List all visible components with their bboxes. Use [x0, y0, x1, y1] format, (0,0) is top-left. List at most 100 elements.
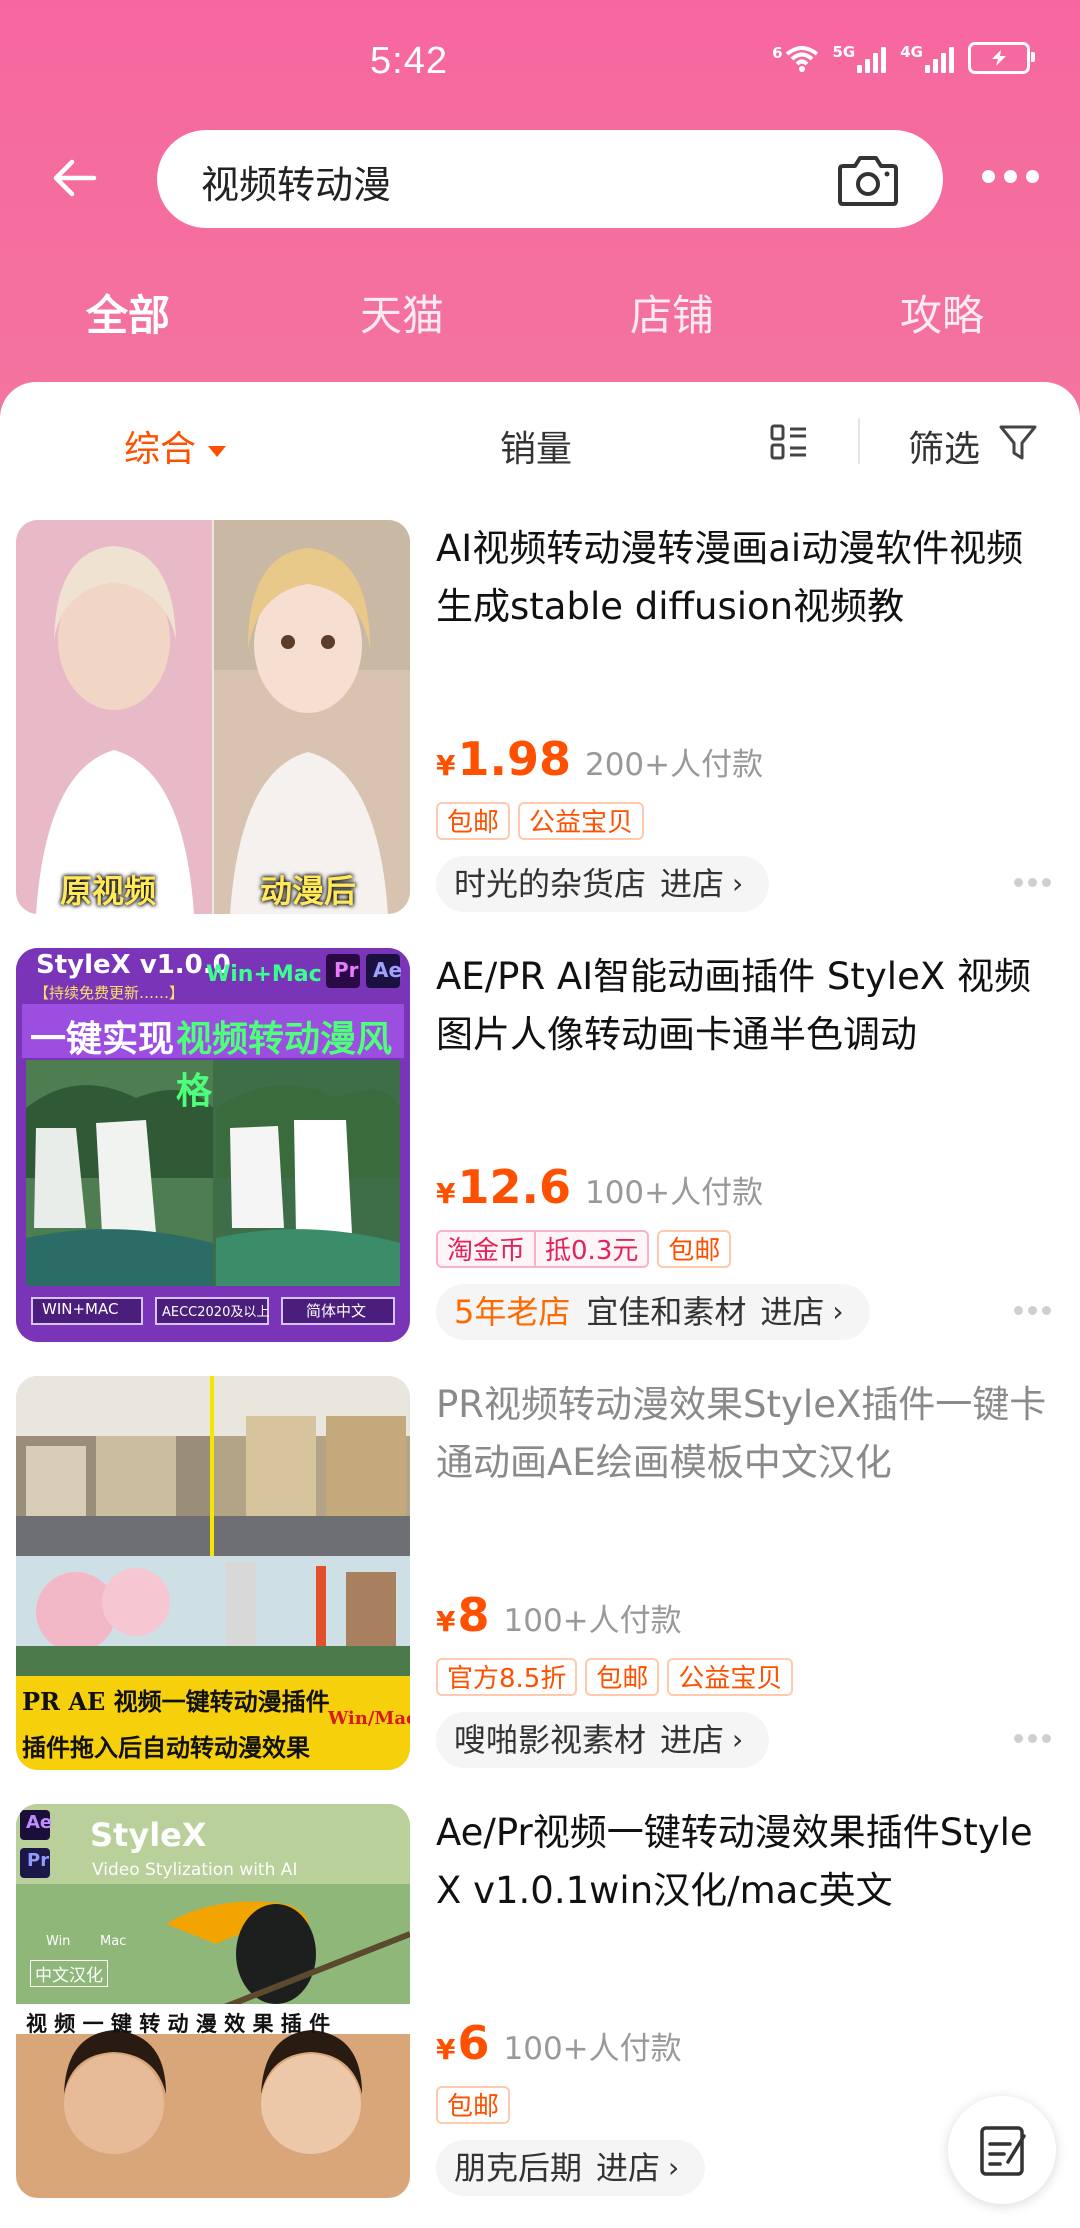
tag-free-shipping: 包邮: [436, 802, 511, 840]
chevron-right-icon: ›: [668, 2151, 680, 2184]
tag-official-discount: 官方8.5折: [436, 1658, 578, 1696]
thumbnail-text: 【持续免费更新……】: [34, 984, 185, 1002]
sales-count: 200+人付款: [584, 747, 764, 783]
thumbnail-text: 中文汉化: [30, 1960, 108, 1987]
chevron-right-icon: ›: [732, 867, 744, 900]
product-thumbnail[interactable]: PR AE 视频一键转动漫插件 Win/Mac 插件拖入后自动转动漫效果: [16, 1376, 410, 1770]
thumbnail-text: Video Stylization with AI: [92, 1860, 298, 1880]
layout-toggle-icon[interactable]: [770, 424, 808, 460]
shop-name: 嗖啪影视素材: [454, 1721, 647, 1759]
shop-link[interactable]: 朋克后期 进店 ›: [436, 2140, 706, 2196]
search-tabs: 全部 天猫 店铺 攻略: [0, 282, 1080, 342]
feedback-button[interactable]: [948, 2096, 1056, 2204]
tag-list: 包邮: [436, 2086, 511, 2124]
product-thumbnail[interactable]: 原视频 动漫后: [16, 520, 410, 914]
thumbnail-text: Win: [46, 1934, 71, 1949]
sort-sales[interactable]: 销量: [500, 420, 572, 472]
product-card[interactable]: Ae Pr StyleX Video Stylization with AI W…: [0, 1804, 1080, 2200]
enter-shop-label: 进店: [660, 1721, 725, 1759]
search-input[interactable]: 视频转动漫: [201, 154, 391, 209]
product-title[interactable]: PR视频转动漫效果StyleX插件一键卡通动画AE绘画模板中文汉化: [436, 1376, 1056, 1492]
thumbnail-text: Win/Mac: [328, 1708, 410, 1729]
battery-charging-icon: [968, 42, 1035, 74]
more-dots-icon[interactable]: [1014, 1734, 1052, 1744]
status-bar: 5:42 6 5G 4G: [0, 38, 1080, 88]
sort-comprehensive[interactable]: 综合: [124, 420, 227, 472]
status-icons: 6 5G 4G: [772, 42, 1035, 74]
product-price: 6: [457, 2016, 490, 2070]
shop-link[interactable]: 嗖啪影视素材 进店 ›: [436, 1712, 770, 1768]
product-card[interactable]: StyleX v1.0.0 【持续免费更新……】 Win+Mac Pr Ae 一…: [0, 948, 1080, 1344]
product-title[interactable]: Ae/Pr视频一键转动漫效果插件StyleX v1.0.1win汉化/mac英文: [436, 1804, 1056, 1920]
more-dots-icon[interactable]: [1014, 878, 1052, 888]
status-time: 5:42: [370, 40, 448, 82]
tag-free-shipping: 包邮: [436, 2086, 511, 2124]
sort-bar: 综合 销量 筛选: [0, 382, 1080, 500]
shop-link[interactable]: 5年老店 宜佳和素材 进店 ›: [436, 1284, 870, 1340]
thumbnail-caption: 动漫后: [260, 872, 357, 910]
tab-all[interactable]: 全部: [86, 282, 170, 343]
sales-count: 100+人付款: [584, 1175, 764, 1211]
currency-symbol: ¥: [436, 749, 456, 782]
thumbnail-text: Pr: [334, 958, 359, 982]
tag-taojinbi: 淘金币: [436, 1230, 537, 1268]
more-options-icon[interactable]: [982, 168, 1040, 188]
product-title[interactable]: AE/PR AI智能动画插件 StyleX 视频图片人像转动画卡通半色调动: [436, 948, 1056, 1064]
currency-symbol: ¥: [436, 1605, 456, 1638]
chevron-right-icon: ›: [832, 1295, 844, 1328]
back-arrow-icon[interactable]: [48, 148, 108, 208]
tag-charity: 公益宝贝: [667, 1658, 794, 1696]
sales-count: 100+人付款: [503, 2031, 682, 2067]
caret-down-icon: [208, 445, 227, 457]
more-dots-icon[interactable]: [1014, 1306, 1052, 1316]
product-thumbnail[interactable]: Ae Pr StyleX Video Stylization with AI W…: [16, 1804, 410, 2198]
product-title[interactable]: AI视频转动漫转漫画ai动漫软件视频生成stable diffusion视频教: [436, 520, 1056, 636]
cell-signal-icon: 5G: [833, 43, 887, 73]
thumbnail-text: PR AE 视频一键转动漫插件: [22, 1687, 330, 1716]
enter-shop-label: 进店: [596, 2149, 661, 2187]
shop-name: 朋克后期: [454, 2149, 583, 2187]
enter-shop-label: 进店: [760, 1293, 825, 1331]
tab-shops[interactable]: 店铺: [630, 282, 714, 343]
tag-list: 淘金币 抵0.3元 包邮: [436, 1230, 732, 1268]
tag-discount: 抵0.3元: [536, 1230, 650, 1268]
thumbnail-text: Ae: [26, 1812, 53, 1833]
tag-list: 包邮 公益宝贝: [436, 802, 645, 840]
tag-free-shipping: 包邮: [585, 1658, 660, 1696]
price-row: ¥ 12.6 100+人付款: [436, 1160, 763, 1220]
thumbnail-text: StyleX: [90, 1816, 207, 1854]
header-bar: 5:42 6 5G 4G 视频转动漫 全部 天猫 店铺 攻略: [0, 0, 1080, 420]
product-card[interactable]: PR AE 视频一键转动漫插件 Win/Mac 插件拖入后自动转动漫效果 PR视…: [0, 1376, 1080, 1772]
product-price: 12.6: [457, 1160, 571, 1214]
edit-note-icon: [980, 2126, 1026, 2176]
tag-list: 官方8.5折 包邮 公益宝贝: [436, 1658, 794, 1696]
product-thumbnail[interactable]: StyleX v1.0.0 【持续免费更新……】 Win+Mac Pr Ae 一…: [16, 948, 410, 1342]
thumbnail-text: 简体中文: [306, 1302, 367, 1320]
tag-charity: 公益宝贝: [518, 802, 645, 840]
thumbnail-text: Win+Mac: [206, 962, 322, 987]
shop-link[interactable]: 时光的杂货店 进店 ›: [436, 856, 770, 912]
cell-signal-icon: 4G: [900, 43, 954, 73]
divider: [858, 418, 860, 464]
product-price: 1.98: [457, 732, 571, 786]
wifi-icon: 6: [772, 44, 818, 72]
product-price: 8: [457, 1588, 490, 1642]
filter-button[interactable]: 筛选: [908, 420, 980, 472]
thumbnail-text: Ae: [373, 958, 403, 982]
tag-free-shipping: 包邮: [657, 1230, 732, 1268]
enter-shop-label: 进店: [660, 865, 725, 903]
product-card[interactable]: 原视频 动漫后 AI视频转动漫转漫画ai动漫软件视频生成stable diffu…: [0, 520, 1080, 916]
filter-icon[interactable]: [998, 424, 1038, 462]
product-info: AE/PR AI智能动画插件 StyleX 视频图片人像转动画卡通半色调动 ¥ …: [436, 948, 1056, 1342]
search-bar[interactable]: 视频转动漫: [157, 130, 943, 228]
tab-guides[interactable]: 攻略: [900, 282, 984, 343]
tab-tmall[interactable]: 天猫: [360, 282, 444, 343]
product-info: AI视频转动漫转漫画ai动漫软件视频生成stable diffusion视频教 …: [436, 520, 1056, 914]
thumbnail-text: 一键实现: [30, 1019, 175, 1060]
thumbnail-text: StyleX v1.0.0: [36, 950, 231, 980]
shop-name: 时光的杂货店: [454, 865, 647, 903]
camera-icon[interactable]: [837, 152, 899, 208]
shop-age-badge: 5年老店: [454, 1293, 571, 1331]
thumbnail-text: WIN+MAC: [42, 1300, 119, 1318]
shop-name: 宜佳和素材: [586, 1293, 747, 1331]
